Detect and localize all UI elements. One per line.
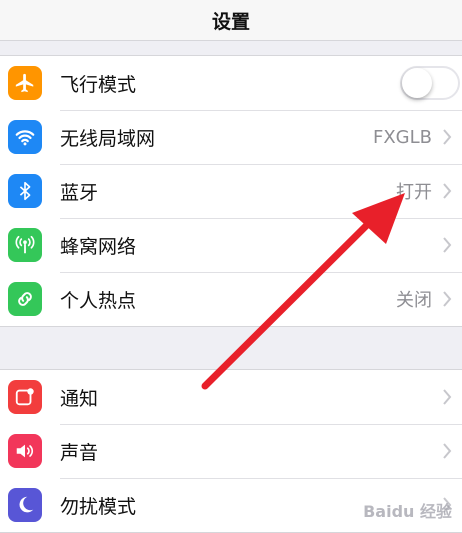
chevron-right-icon xyxy=(443,443,452,459)
settings-row-bluetooth[interactable]: 蓝牙 打开 xyxy=(0,164,462,218)
wifi-icon xyxy=(8,120,42,154)
bluetooth-status-value: 打开 xyxy=(396,182,432,203)
settings-row-label: 蜂窝网络 xyxy=(60,235,137,258)
chevron-right-icon xyxy=(443,389,452,405)
settings-row-notifications[interactable]: 通知 xyxy=(0,370,462,424)
page-title: 设置 xyxy=(211,10,250,33)
hotspot-link-icon xyxy=(8,282,42,316)
cellular-antenna-icon xyxy=(8,228,42,262)
speaker-icon xyxy=(8,434,42,468)
chevron-right-icon xyxy=(443,237,452,253)
settings-row-label: 个人热点 xyxy=(60,289,137,312)
wifi-network-value: FXGLB xyxy=(372,126,432,148)
settings-row-label: 无线局域网 xyxy=(60,127,156,150)
settings-row-label: 蓝牙 xyxy=(60,181,99,204)
airplane-toggle[interactable] xyxy=(400,66,460,100)
moon-icon xyxy=(8,488,42,522)
toggle-knob xyxy=(402,68,432,98)
airplane-icon xyxy=(8,66,42,100)
settings-row-hotspot[interactable]: 个人热点 关闭 xyxy=(0,272,462,326)
settings-group-connectivity: 飞行模式 无线局域网 FXGLB 蓝牙 打开 蜂窝网络 个人热点 关闭 xyxy=(0,55,462,327)
chevron-right-icon xyxy=(443,291,452,307)
settings-row-label: 飞行模式 xyxy=(60,73,137,96)
bluetooth-icon xyxy=(8,174,42,208)
settings-row-label: 通知 xyxy=(60,387,99,410)
notification-icon xyxy=(8,380,42,414)
hotspot-status-value: 关闭 xyxy=(396,290,432,311)
watermark: Baidu 经验 xyxy=(363,502,452,521)
nav-bar: 设置 xyxy=(0,0,462,41)
settings-row-label: 声音 xyxy=(60,441,99,464)
settings-row-airplane[interactable]: 飞行模式 xyxy=(0,56,462,110)
settings-row-sounds[interactable]: 声音 xyxy=(0,424,462,478)
chevron-right-icon xyxy=(443,129,452,145)
chevron-right-icon xyxy=(443,183,452,199)
settings-row-wifi[interactable]: 无线局域网 FXGLB xyxy=(0,110,462,164)
settings-row-cellular[interactable]: 蜂窝网络 xyxy=(0,218,462,272)
